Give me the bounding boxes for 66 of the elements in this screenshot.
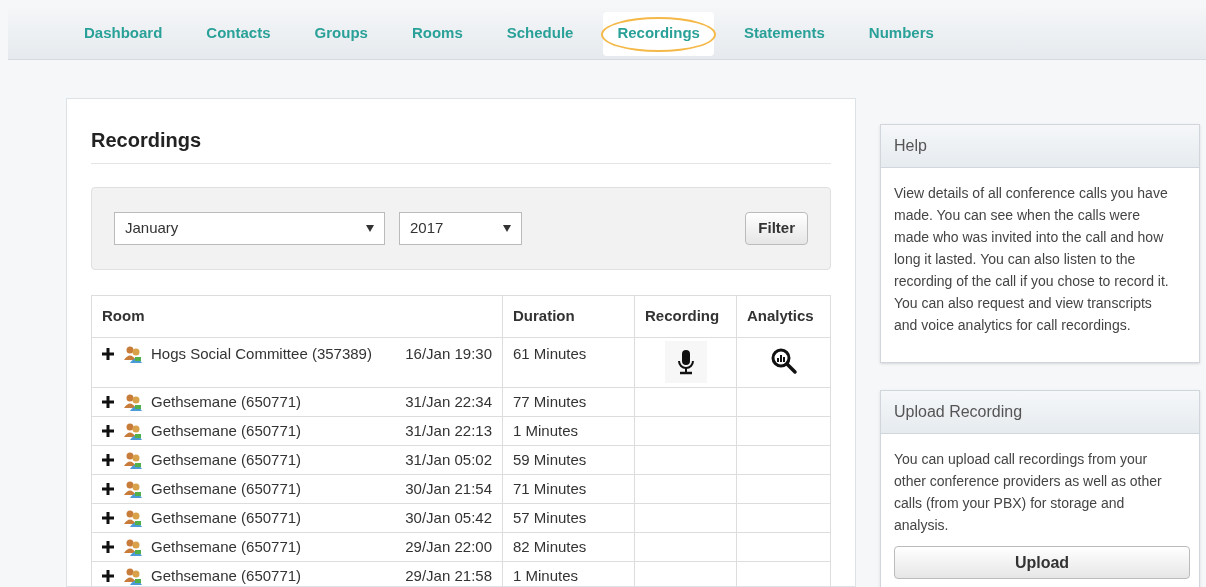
call-date: 31/Jan 22:13 [405, 421, 492, 441]
dropdown-caret-icon [503, 225, 511, 232]
room-name: Hogs Social Committee (357389) [151, 344, 372, 364]
nav-tab[interactable]: Numbers [854, 11, 948, 56]
room-name: Gethsemane (650771) [151, 508, 302, 528]
upload-button[interactable]: Upload [894, 546, 1190, 579]
expand-plus-icon[interactable] [102, 454, 114, 467]
nav-tab[interactable]: Recordings [603, 11, 714, 56]
column-header: Duration [502, 295, 635, 338]
expand-plus-icon[interactable] [102, 570, 114, 583]
month-select[interactable]: January [114, 212, 385, 245]
room-name: Gethsemane (650771) [151, 537, 302, 557]
microphone-icon[interactable] [664, 341, 707, 383]
room-name: Gethsemane (650771) [151, 421, 302, 441]
people-icon [123, 451, 143, 470]
year-value: 2017 [410, 218, 444, 239]
month-value: January [125, 218, 179, 239]
column-header: Analytics [736, 295, 831, 338]
expand-plus-icon[interactable] [102, 483, 114, 496]
people-icon [123, 345, 143, 364]
call-date: 29/Jan 21:58 [405, 566, 492, 586]
people-icon [123, 393, 143, 412]
nav-tab[interactable]: Dashboard [70, 11, 177, 56]
duration-text: 1 Minutes [513, 567, 579, 584]
panel-heading: Help [881, 125, 1199, 168]
room-name: Gethsemane (650771) [151, 450, 302, 470]
nav-tab[interactable]: Schedule [492, 11, 588, 56]
expand-plus-icon[interactable] [102, 541, 114, 554]
people-icon [123, 538, 143, 557]
dropdown-caret-icon [366, 225, 374, 232]
expand-plus-icon[interactable] [102, 396, 114, 409]
people-icon [123, 422, 143, 441]
duration-text: 61 Minutes [513, 345, 587, 362]
duration-text: 59 Minutes [513, 451, 587, 468]
year-select[interactable]: 2017 [399, 212, 522, 245]
people-icon [123, 567, 143, 586]
people-icon [123, 480, 143, 499]
call-date: 29/Jan 22:00 [405, 537, 492, 557]
duration-text: 57 Minutes [513, 509, 587, 526]
upload-text: You can upload call recordings from your other conference providers as well as other calls (from your PBX) for storage and analysis. [893, 450, 1163, 535]
room-name: Gethsemane (650771) [151, 392, 302, 412]
call-date: 16/Jan 19:30 [405, 344, 492, 364]
column-header: Room [91, 295, 503, 338]
nav-tab[interactable]: Contacts [192, 11, 285, 56]
room-name: Gethsemane (650771) [151, 566, 302, 586]
expand-plus-icon[interactable] [102, 348, 114, 361]
duration-text: 82 Minutes [513, 538, 587, 555]
call-date: 31/Jan 22:34 [405, 392, 492, 412]
expand-plus-icon[interactable] [102, 512, 114, 525]
call-date: 30/Jan 21:54 [405, 479, 492, 499]
call-date: 30/Jan 05:42 [405, 508, 492, 528]
nav-tab[interactable]: Rooms [397, 11, 477, 56]
nav-tab[interactable]: Statements [729, 11, 839, 56]
expand-plus-icon[interactable] [102, 425, 114, 438]
nav-tab[interactable]: Groups [300, 11, 382, 56]
duration-text: 77 Minutes [513, 393, 587, 410]
column-header: Recording [634, 295, 737, 338]
duration-text: 1 Minutes [513, 422, 579, 439]
panel-heading: Upload Recording [881, 391, 1199, 434]
filter-button[interactable]: Filter [745, 212, 808, 245]
page-title: Recordings [91, 125, 831, 164]
room-name: Gethsemane (650771) [151, 479, 302, 499]
people-icon [123, 509, 143, 528]
call-date: 31/Jan 05:02 [405, 450, 492, 470]
duration-text: 71 Minutes [513, 480, 587, 497]
help-text: View details of all conference calls you have made. You can see when the calls were made who was invited into the call and how long it lasted. You can also listen to the recording of the call if you chose to record it. You can also request and view transcripts and voice analytics for call recordings. [893, 184, 1170, 335]
